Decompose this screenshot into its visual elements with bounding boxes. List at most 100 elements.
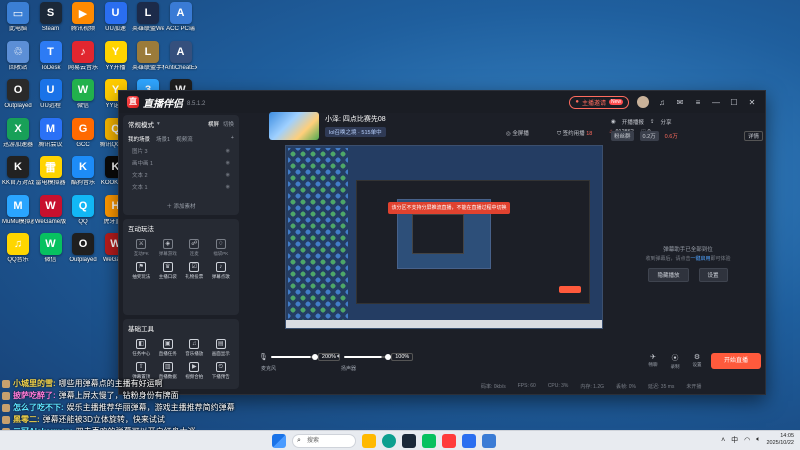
- danmaku-settings-button[interactable]: 设置: [698, 268, 728, 282]
- desktop-icon[interactable]: 雷雷电模拟器: [35, 156, 67, 187]
- desktop-icon[interactable]: ▶ 腾讯视频: [67, 2, 99, 33]
- tool-item[interactable]: ⚑ 抽奖玩法: [128, 262, 155, 280]
- desktop-icon[interactable]: K KK官方对战平台: [2, 156, 34, 187]
- tool-item[interactable]: ◈ 弹幕游戏: [155, 239, 182, 257]
- desktop-icon[interactable]: W WeGame版: [35, 194, 67, 226]
- desktop-icon[interactable]: M 腾讯会议: [35, 117, 67, 149]
- mic-slider-knob[interactable]: [311, 354, 318, 360]
- desktop-icon[interactable]: X 迅游加速器: [2, 117, 34, 149]
- desktop-icon[interactable]: O Outplayed: [2, 79, 34, 110]
- stream-title[interactable]: 小泽: 四点比赛先08: [325, 114, 386, 124]
- mode-select[interactable]: 常规模式: [128, 119, 154, 129]
- clock[interactable]: 14:05 2025/10/22: [766, 433, 794, 447]
- tool-item[interactable]: ☑ 礼物投票: [181, 262, 208, 280]
- desktop-icon[interactable]: G GCC: [67, 117, 99, 149]
- desktop-icon[interactable]: Q QQ: [67, 194, 99, 226]
- broadcast-button[interactable]: 开播播报: [622, 118, 644, 126]
- maximize-icon[interactable]: ☐: [729, 98, 739, 107]
- headset-icon[interactable]: ♫: [657, 98, 667, 107]
- source-item[interactable]: 文本 1 ◉: [128, 182, 234, 191]
- add-scene-icon[interactable]: +: [231, 135, 234, 143]
- chat-button[interactable]: ✈ 畅聊: [645, 353, 661, 368]
- stream-cover[interactable]: [269, 112, 319, 140]
- taskbar-search[interactable]: ⌕ 搜索: [292, 434, 356, 448]
- tool-item[interactable]: ▶ 视频合拍: [181, 362, 208, 380]
- source-item[interactable]: 画中画 1 ◉: [128, 158, 234, 167]
- host-invite-button[interactable]: ● 主播邀请 New: [569, 95, 629, 109]
- uu-icon[interactable]: [462, 434, 476, 448]
- steam-icon[interactable]: [402, 434, 416, 448]
- mail-icon[interactable]: ✉: [675, 98, 685, 107]
- tool-item[interactable]: ♫ 音乐播放: [181, 339, 208, 357]
- title-bar[interactable]: 直 直播伴侣 8.5.1.2 ● 主播邀请 New ♫ ✉ ≡ — ☐ ✕: [119, 91, 765, 113]
- settings-button[interactable]: ⚙ 设置: [689, 353, 705, 368]
- speaker-percent[interactable]: 100%: [391, 353, 414, 361]
- menu-icon[interactable]: ≡: [693, 98, 703, 107]
- tool-item[interactable]: ♢ 福袋PK: [208, 239, 235, 257]
- tool-item[interactable]: ⏲ 下播预告: [208, 362, 235, 380]
- edge-icon[interactable]: [382, 434, 396, 448]
- desktop-icon[interactable]: M MuMu模拟器: [2, 194, 34, 226]
- desktop-icon[interactable]: A ACC PC端: [165, 2, 197, 33]
- eye-icon[interactable]: ◉: [226, 148, 230, 154]
- desktop-icon[interactable]: ♲ 回收站: [2, 40, 34, 72]
- desktop-icon[interactable]: ▭ 此电脑: [2, 2, 34, 33]
- desktop-icon[interactable]: A AntiCheatEx: [165, 40, 197, 72]
- desktop-icon[interactable]: L 英雄联盟WeGame: [132, 2, 164, 33]
- start-live-button[interactable]: 开始直播: [711, 353, 761, 369]
- tool-item[interactable]: ♛ 主播口袋: [155, 262, 182, 280]
- stream-preview[interactable]: 该分区不支持分屏推流直播，不能在直播过程中切换: [285, 145, 603, 329]
- tab-my-scene[interactable]: 我的场景: [128, 135, 150, 143]
- desktop-icon[interactable]: Y YY开播: [100, 40, 132, 72]
- acc-icon[interactable]: [482, 434, 496, 448]
- tool-item[interactable]: ▣ 直播任务: [155, 339, 182, 357]
- desktop-icon[interactable]: K 酷狗音乐: [67, 156, 99, 187]
- user-avatar[interactable]: [637, 96, 649, 108]
- tab-video-stream[interactable]: 视频流: [176, 135, 193, 143]
- share-button[interactable]: 分享: [660, 118, 671, 126]
- eye-icon[interactable]: ◉: [226, 172, 230, 178]
- eye-icon[interactable]: ◉: [226, 160, 230, 166]
- start-icon[interactable]: [272, 434, 286, 448]
- desktop-icon[interactable]: W 微信: [67, 79, 99, 110]
- mic-slider[interactable]: [270, 354, 318, 360]
- desktop-icon[interactable]: L英雄联盟手机: [132, 40, 164, 72]
- speaker-slider[interactable]: [344, 354, 392, 360]
- tab-scene-1[interactable]: 场景1: [156, 135, 170, 143]
- tool-item[interactable]: ⚔ 互动PK: [128, 239, 155, 257]
- speaker-icon[interactable]: 🔈︎: [337, 353, 341, 361]
- orientation-switch[interactable]: 切换: [223, 120, 234, 128]
- add-source-button[interactable]: ＋ 添加素材: [123, 202, 239, 210]
- source-item[interactable]: 文本 2 ◉: [128, 170, 234, 179]
- tool-item[interactable]: ▤ 画面显示: [208, 339, 235, 357]
- fan-group[interactable]: 粉丝群: [611, 131, 634, 141]
- ime-indicator[interactable]: 中: [731, 435, 738, 445]
- desktop-icon[interactable]: S Steam: [35, 2, 67, 33]
- source-item[interactable]: 图片 3 ◉: [128, 146, 234, 155]
- hide-play-button[interactable]: 隐藏播放: [648, 268, 689, 282]
- detail-button[interactable]: 详情: [743, 131, 763, 141]
- microphone-icon[interactable]: 🎙︎: [259, 353, 268, 361]
- tool-item[interactable]: ☍ 连麦: [181, 239, 208, 257]
- desktop-icon[interactable]: W 微信: [35, 233, 67, 264]
- fullscreen-stat[interactable]: ◎ 全屏播: [506, 129, 529, 137]
- enable-link[interactable]: 一键启用: [690, 256, 710, 262]
- desktop-icon[interactable]: O Outplayed: [67, 233, 99, 264]
- wechat-icon[interactable]: [422, 434, 436, 448]
- desktop-icon[interactable]: U UU远程: [35, 79, 67, 110]
- wifi-icon[interactable]: ◠: [744, 436, 750, 444]
- live-companion-icon[interactable]: [442, 434, 456, 448]
- desktop-icon[interactable]: ♪ 网易云音乐: [67, 40, 99, 72]
- record-button[interactable]: ⦿ 录制: [667, 353, 683, 370]
- stream-category[interactable]: lol召唤之境 · 515单中: [325, 127, 386, 137]
- chevron-up-icon[interactable]: ˄: [721, 437, 725, 444]
- close-icon[interactable]: ✕: [747, 98, 757, 107]
- desktop-icon[interactable]: U UU加速: [100, 2, 132, 33]
- volume-icon[interactable]: 🔈︎: [756, 436, 760, 444]
- desktop-icon[interactable]: T ToDesk: [35, 40, 67, 72]
- orientation-toggle[interactable]: 横屏: [208, 120, 219, 128]
- tool-item[interactable]: ◧ 任务中心: [128, 339, 155, 357]
- file-explorer-icon[interactable]: [362, 434, 376, 448]
- eye-icon[interactable]: ◉: [226, 184, 230, 190]
- tool-item[interactable]: ♪ 弹幕点歌: [208, 262, 235, 280]
